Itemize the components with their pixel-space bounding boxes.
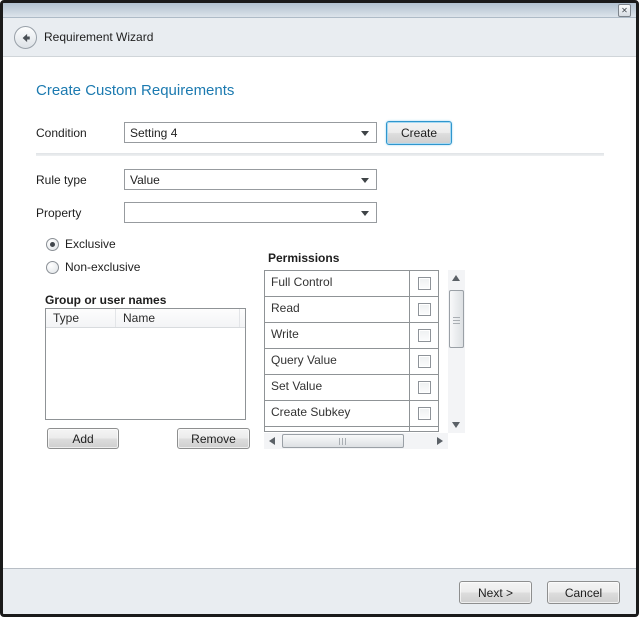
permission-name: Set Value [265, 375, 410, 400]
vertical-scrollbar-thumb[interactable] [449, 290, 464, 348]
permission-name: Write [265, 323, 410, 348]
permission-checkbox-cell [410, 375, 438, 400]
property-label: Property [36, 206, 81, 220]
permission-checkbox-cell [410, 323, 438, 348]
wizard-header: Requirement Wizard [3, 18, 636, 57]
group-user-names-label: Group or user names [45, 293, 166, 307]
chevron-down-icon [361, 211, 369, 216]
column-header-type[interactable]: Type [46, 309, 116, 327]
permission-row[interactable]: Write [265, 323, 438, 349]
permission-name: Full Control [265, 271, 410, 296]
next-button[interactable]: Next > [459, 581, 532, 604]
scroll-left-icon[interactable] [269, 437, 275, 445]
permissions-rows: Full Control Read Write Query Value Set … [265, 271, 438, 432]
permission-row[interactable]: Full Control [265, 271, 438, 297]
permission-checkbox[interactable] [418, 329, 431, 342]
back-button[interactable] [14, 26, 37, 49]
permission-checkbox-cell [410, 401, 438, 426]
permission-row[interactable]: Enumerate Subkeys [265, 427, 438, 432]
condition-label: Condition [36, 126, 87, 140]
rule-type-dropdown[interactable]: Value [124, 169, 377, 190]
wizard-title: Requirement Wizard [44, 30, 153, 44]
permission-checkbox[interactable] [418, 303, 431, 316]
permission-name: Enumerate Subkeys [265, 427, 410, 432]
permission-checkbox[interactable] [418, 355, 431, 368]
rule-type-dropdown-value: Value [130, 173, 160, 187]
radio-button-icon[interactable] [46, 261, 59, 274]
permission-checkbox-cell [410, 349, 438, 374]
rule-type-label: Rule type [36, 173, 87, 187]
add-button[interactable]: Add [47, 428, 119, 449]
permission-row[interactable]: Query Value [265, 349, 438, 375]
back-arrow-icon [20, 32, 32, 44]
permission-name: Query Value [265, 349, 410, 374]
scroll-down-icon[interactable] [452, 422, 460, 428]
permission-name: Read [265, 297, 410, 322]
title-bar: ✕ [3, 3, 636, 18]
radio-option-label: Exclusive [65, 237, 116, 251]
cancel-button[interactable]: Cancel [547, 581, 620, 604]
permissions-label: Permissions [268, 251, 339, 265]
create-button[interactable]: Create [386, 121, 452, 145]
exclusivity-option[interactable]: Non-exclusive [46, 260, 140, 274]
radio-option-label: Non-exclusive [65, 260, 140, 274]
horizontal-scrollbar-thumb[interactable] [282, 434, 404, 448]
permissions-vertical-scrollbar[interactable] [448, 270, 465, 433]
permission-row[interactable]: Read [265, 297, 438, 323]
scroll-up-icon[interactable] [452, 275, 460, 281]
permission-checkbox-cell [410, 297, 438, 322]
property-dropdown[interactable] [124, 202, 377, 223]
chevron-down-icon [361, 131, 369, 136]
close-icon: ✕ [621, 7, 628, 15]
permission-row[interactable]: Set Value [265, 375, 438, 401]
wizard-footer: Next > Cancel [3, 568, 636, 614]
radio-button-icon[interactable] [46, 238, 59, 251]
page-title: Create Custom Requirements [36, 82, 234, 99]
permissions-table: Full Control Read Write Query Value Set … [264, 270, 439, 432]
close-button[interactable]: ✕ [618, 4, 631, 17]
permissions-horizontal-scrollbar[interactable] [264, 433, 448, 449]
remove-button[interactable]: Remove [177, 428, 250, 449]
group-user-names-list[interactable]: Type Name [45, 308, 246, 420]
chevron-down-icon [361, 178, 369, 183]
permission-checkbox-cell [410, 271, 438, 296]
permission-checkbox[interactable] [418, 381, 431, 394]
exclusivity-option[interactable]: Exclusive [46, 237, 116, 251]
permission-checkbox[interactable] [418, 407, 431, 420]
condition-dropdown[interactable]: Setting 4 [124, 122, 377, 143]
permission-row[interactable]: Create Subkey [265, 401, 438, 427]
section-separator [36, 153, 604, 156]
requirement-wizard-window: ✕ Requirement Wizard Create Custom Requi… [0, 0, 639, 617]
column-header-name[interactable]: Name [116, 309, 240, 327]
permission-checkbox[interactable] [418, 277, 431, 290]
permission-checkbox-cell [410, 427, 438, 432]
condition-dropdown-value: Setting 4 [130, 126, 177, 140]
group-user-names-header: Type Name [46, 309, 245, 328]
scroll-right-icon[interactable] [437, 437, 443, 445]
permission-name: Create Subkey [265, 401, 410, 426]
